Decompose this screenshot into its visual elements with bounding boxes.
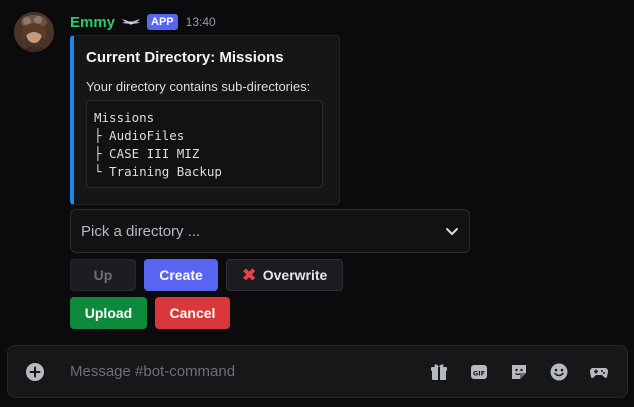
cross-mark-icon: ✖ [241,265,257,285]
sticker-icon[interactable] [509,362,529,382]
tree-line: └ Training Backup [94,164,222,179]
app-badge: APP [147,14,178,30]
embed-title: Current Directory: Missions [86,49,284,66]
directory-select[interactable]: Pick a directory ... [70,209,470,253]
overwrite-button[interactable]: ✖ Overwrite [226,259,343,291]
up-button-label: Up [93,267,113,283]
wings-badge-icon [121,15,141,29]
activities-icon[interactable] [589,362,609,382]
directory-tree-codeblock: Missions ├ AudioFiles ├ CASE III MIZ └ Trai… [86,100,323,188]
embed-description: Your directory contains sub-directories: [86,79,311,94]
cancel-button-label: Cancel [169,305,216,321]
message-composer[interactable]: Message #bot-command GIF [7,345,628,398]
cancel-button[interactable]: Cancel [155,297,230,329]
timestamp: 13:40 [185,15,216,29]
tree-line: ├ CASE III MIZ [94,146,200,161]
chevron-down-icon [445,224,459,238]
add-icon[interactable] [25,362,45,382]
svg-text:GIF: GIF [473,370,485,378]
message-input[interactable]: Message #bot-command [70,363,235,380]
username[interactable]: Emmy [70,14,115,31]
create-button-label: Create [159,267,203,283]
tree-line: Missions [94,110,155,125]
emoji-icon[interactable] [549,362,569,382]
bot-message: Emmy APP 13:40 Current Directory: Missio… [0,0,634,340]
up-button[interactable]: Up [70,259,136,291]
directory-embed: Current Directory: Missions Your directo… [70,35,340,205]
create-button[interactable]: Create [144,259,218,291]
gift-icon[interactable] [429,362,449,382]
avatar[interactable] [14,12,54,52]
upload-button[interactable]: Upload [70,297,147,329]
directory-select-placeholder: Pick a directory ... [81,222,201,240]
upload-button-label: Upload [84,305,133,321]
tree-line: ├ AudioFiles [94,128,185,143]
gif-icon[interactable]: GIF [469,362,489,382]
overwrite-button-label: Overwrite [262,267,328,283]
